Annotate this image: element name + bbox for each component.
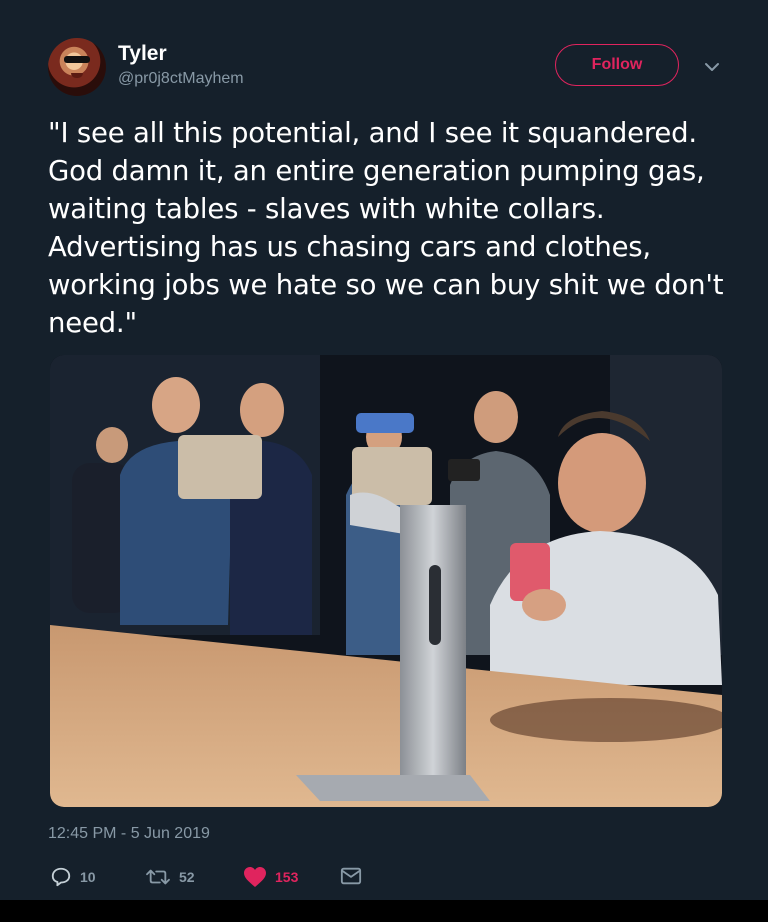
retweet-count: 52 [179,869,195,885]
direct-message-button[interactable] [340,866,362,886]
heart-icon [244,867,266,887]
reply-count: 10 [80,869,96,885]
tweet-photo[interactable] [50,355,722,807]
tweet-card: Tyler @pr0j8ctMayhem Follow "I see all t… [0,0,768,900]
chevron-down-icon[interactable] [702,57,722,77]
display-name[interactable]: Tyler [118,42,167,66]
tweet-text: "I see all this potential, and I see it … [48,117,724,339]
retweet-arrows-icon [146,869,170,885]
follow-button[interactable]: Follow [555,44,679,86]
user-handle[interactable]: @pr0j8ctMayhem [118,70,244,88]
photo-scene [50,355,722,807]
tweet-timestamp[interactable]: 12:45 PM - 5 Jun 2019 [48,825,210,843]
reply-button[interactable]: 10 [50,866,96,888]
envelope-icon [340,867,362,885]
avatar-mouth [71,73,83,78]
like-button[interactable]: 153 [243,866,298,888]
avatar-glasses [64,56,90,63]
like-count: 153 [275,869,299,885]
bottom-edge-bar [0,900,768,922]
retweet-button[interactable]: 52 [145,866,195,888]
speech-bubble-icon [51,867,71,887]
avatar[interactable] [48,38,106,96]
